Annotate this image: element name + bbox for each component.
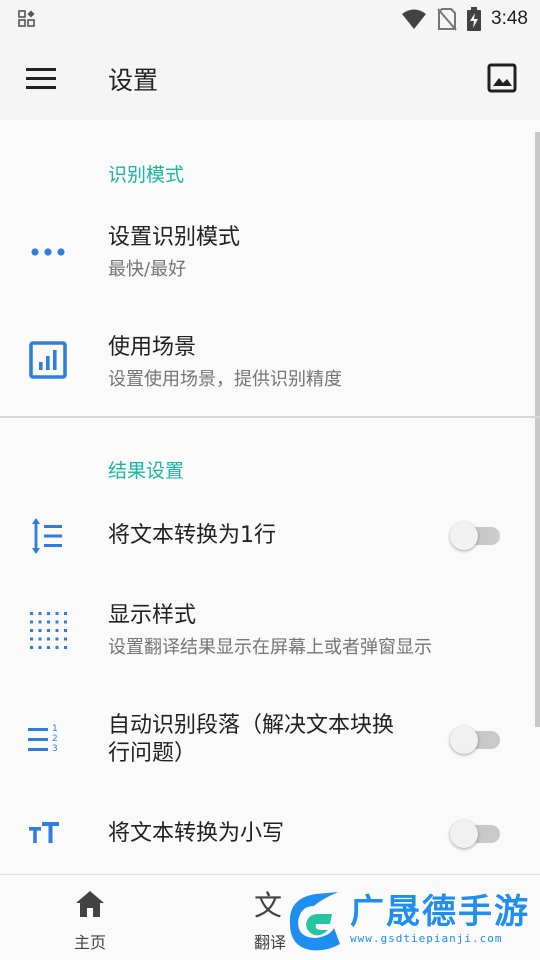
more-horiz-icon bbox=[31, 248, 65, 256]
wifi-icon bbox=[402, 9, 427, 29]
setting-subtitle: 最快/最好 bbox=[108, 259, 187, 280]
text-size-icon bbox=[29, 822, 59, 843]
setting-title: 将文本转换为小写 bbox=[108, 821, 285, 846]
image-icon[interactable] bbox=[484, 60, 520, 96]
section-header-results: 结果设置 bbox=[108, 460, 185, 482]
svg-text:文: 文 bbox=[254, 889, 282, 921]
setting-usage-scene[interactable]: 使用场景 设置使用场景，提供识别精度 bbox=[0, 310, 540, 414]
setting-title: 显示样式 bbox=[108, 603, 197, 628]
switch-thumb bbox=[450, 726, 478, 754]
line-height-icon bbox=[32, 518, 62, 554]
setting-lowercase[interactable]: 将文本转换为小写 bbox=[0, 796, 540, 872]
setting-single-line[interactable]: 将文本转换为1行 bbox=[0, 498, 540, 574]
setting-title: 设置识别模式 bbox=[108, 225, 241, 250]
svg-text:1: 1 bbox=[52, 724, 58, 734]
setting-title: 使用场景 bbox=[108, 335, 197, 360]
home-icon bbox=[76, 891, 104, 917]
watermark: 广晟德手游 www.gsdtiepianji.com bbox=[280, 880, 540, 960]
setting-subtitle: 设置翻译结果显示在屏幕上或者弹窗显示 bbox=[108, 637, 432, 658]
lowercase-switch[interactable] bbox=[450, 820, 500, 848]
switch-thumb bbox=[450, 522, 478, 550]
setting-title: 自动识别段落（解决文本块换 bbox=[108, 713, 395, 738]
status-bar: 3:48 bbox=[0, 0, 540, 38]
section-header-recognition: 识别模式 bbox=[108, 164, 185, 186]
watermark-logo bbox=[289, 892, 340, 951]
nav-item-home[interactable]: 主页 bbox=[40, 875, 140, 960]
numbered-list-icon: 1 2 3 bbox=[28, 724, 58, 754]
svg-text:3: 3 bbox=[52, 744, 58, 754]
section-divider bbox=[0, 416, 540, 418]
status-time: 3:48 bbox=[491, 8, 528, 29]
bar-chart-icon bbox=[29, 341, 67, 379]
setting-recognition-mode[interactable]: 设置识别模式 最快/最好 bbox=[0, 200, 540, 304]
setting-subtitle: 设置使用场景，提供识别精度 bbox=[108, 369, 342, 390]
settings-list[interactable]: 识别模式 设置识别模式 最快/最好 使用场景 设置使用场景，提供识别精度 结果设… bbox=[0, 120, 540, 874]
setting-title: 将文本转换为1行 bbox=[108, 523, 276, 548]
app-notification-icon bbox=[18, 10, 35, 27]
auto-paragraph-switch[interactable] bbox=[450, 726, 500, 754]
menu-icon[interactable] bbox=[22, 62, 62, 96]
single-line-switch[interactable] bbox=[450, 522, 500, 550]
switch-thumb bbox=[450, 820, 478, 848]
setting-auto-paragraph[interactable]: 1 2 3 自动识别段落（解决文本块换 行问题） bbox=[0, 696, 540, 796]
page-title: 设置 bbox=[108, 66, 159, 95]
battery-charging-icon bbox=[467, 7, 482, 31]
watermark-text: 广晟德手游 bbox=[350, 892, 530, 932]
nav-label: 主页 bbox=[73, 933, 106, 952]
dot-grid-icon bbox=[30, 612, 67, 649]
svg-text:2: 2 bbox=[52, 734, 58, 744]
setting-display-style[interactable]: 显示样式 设置翻译结果显示在屏幕上或者弹窗显示 bbox=[0, 582, 540, 682]
watermark-url: www.gsdtiepianji.com bbox=[350, 932, 503, 945]
no-sim-icon bbox=[437, 8, 457, 31]
app-bar: 设置 bbox=[0, 38, 540, 120]
setting-title-line2: 行问题） bbox=[108, 741, 197, 766]
